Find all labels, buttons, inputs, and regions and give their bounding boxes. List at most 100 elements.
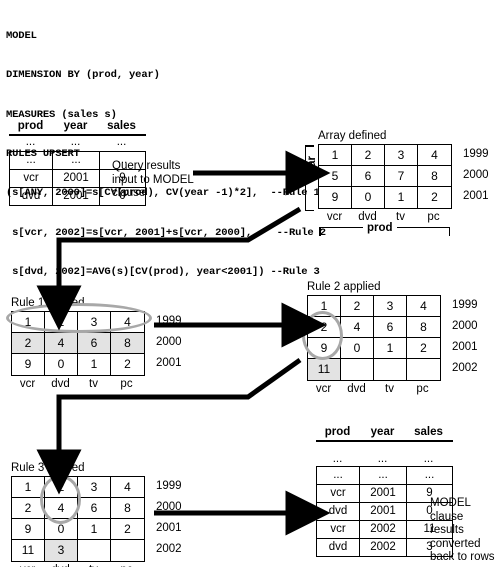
matrix-cell: 8 — [111, 498, 144, 519]
code-line: s[dvd, 2002]=AVG(s)[CV(prod), year<2001]… — [6, 265, 320, 278]
column-label-vcr: vcr — [19, 378, 36, 390]
matrix-cell: 2 — [308, 317, 341, 338]
matrix-cell: 5 — [319, 166, 352, 187]
matrix-cell: 0 — [45, 354, 78, 375]
matrix-cell: 2 — [352, 145, 385, 166]
matrix-array-defined: Array defined 1 2 3 4 5 6 7 8 9 0 1 2 vc… — [318, 130, 489, 224]
matrix-row: 1 2 3 4 — [12, 477, 144, 498]
matrix-row: 2 4 6 8 — [308, 317, 440, 338]
table-cell: dvd — [10, 188, 53, 205]
matrix-row: 9 0 1 2 — [308, 338, 440, 359]
code-line: DIMENSION BY (prod, year) — [6, 69, 160, 82]
matrix-cell: 4 — [45, 498, 78, 519]
matrix-column-labels: vcr dvd tv pc — [11, 563, 145, 567]
matrix-cell: 1 — [319, 145, 352, 166]
matrix-cell: 7 — [385, 166, 418, 187]
matrix-cell: 9 — [319, 187, 352, 208]
column-label-tv: tv — [89, 378, 98, 390]
matrix-row: 9 0 1 2 — [12, 354, 144, 375]
table-cell: ... — [53, 152, 100, 169]
matrix-cell: 2 — [12, 498, 45, 519]
matrix-cell: 1 — [385, 187, 418, 208]
column-label-vcr: vcr — [315, 383, 332, 395]
table-cell: 2001 — [53, 188, 100, 205]
matrix-cell: 11 — [12, 540, 45, 561]
matrix-row: 2 4 6 8 — [12, 498, 144, 519]
column-header-sales: sales — [107, 120, 136, 132]
matrix-cell: 2 — [45, 312, 78, 333]
matrix-row: 1 2 3 4 — [308, 296, 440, 317]
matrix-cell: 1 — [78, 354, 111, 375]
matrix-title: Array defined — [318, 130, 387, 142]
matrix-cell: 1 — [308, 296, 341, 317]
matrix-cell: 8 — [407, 317, 440, 338]
row-label-1999: 1999 — [463, 148, 489, 160]
table-cell: dvd — [317, 539, 360, 556]
table-cell: ... — [360, 467, 407, 484]
table-cell: ... — [70, 136, 81, 148]
matrix-cell: 2 — [418, 187, 451, 208]
column-label-pc: pc — [110, 563, 143, 567]
matrix-row-labels: 1999 2000 2001 — [150, 311, 182, 374]
matrix-cell: 3 — [374, 296, 407, 317]
matrix-cell: 11 — [308, 359, 341, 380]
matrix-cell: 0 — [341, 338, 374, 359]
row-label-2000: 2000 — [156, 336, 182, 348]
matrix-cell: 3 — [78, 477, 111, 498]
table-cell: ... — [25, 136, 36, 148]
table-row: ... ... ... — [9, 136, 146, 151]
prod-axis-label: prod — [363, 222, 397, 234]
column-label-pc: pc — [416, 383, 429, 395]
matrix-cell — [374, 359, 407, 380]
matrix-cell: 4 — [341, 317, 374, 338]
matrix-cell: 1 — [78, 519, 111, 540]
matrix-cell: 2 — [111, 519, 144, 540]
table-cell: ... — [10, 152, 53, 169]
table-cell: 2001 — [360, 503, 407, 520]
row-label-2001: 2001 — [156, 522, 182, 534]
matrix-row-labels: 1999 2000 2001 2002 — [446, 295, 478, 379]
matrix-row: 9 0 1 2 — [12, 519, 144, 540]
matrix-cell: 1 — [12, 477, 45, 498]
matrix-cell: 4 — [418, 145, 451, 166]
matrix-cell: 9 — [308, 338, 341, 359]
matrix-cell: 1 — [12, 312, 45, 333]
matrix-cell: 4 — [45, 333, 78, 354]
model-results-note: MODEL clause results converted back to r… — [430, 497, 495, 563]
matrix-rule-2-applied: Rule 2 applied 1 2 3 4 2 4 6 8 9 0 1 2 1… — [307, 281, 478, 396]
row-label-2002: 2002 — [156, 543, 182, 555]
matrix-cell: 8 — [111, 333, 144, 354]
table-header-row: prod year sales — [316, 426, 453, 442]
matrix-cell: 2 — [341, 296, 374, 317]
row-label-2001: 2001 — [463, 190, 489, 202]
table-cell: vcr — [317, 521, 360, 538]
matrix-cell: 8 — [418, 166, 451, 187]
column-label-tv: tv — [385, 383, 394, 395]
matrix-rule-3-applied: Rule 3 applied 1 2 3 4 2 4 6 8 9 0 1 2 1… — [11, 462, 182, 567]
matrix-cell — [407, 359, 440, 380]
column-label-vcr: vcr — [11, 563, 44, 567]
year-axis-label: year — [306, 156, 318, 180]
diagram-canvas: MODEL DIMENSION BY (prod, year) MEASURES… — [0, 0, 503, 567]
matrix-cell: 2 — [45, 477, 78, 498]
table-cell: ... — [423, 453, 434, 465]
code-line: MODEL — [6, 30, 37, 43]
matrix-grid: 1 2 3 4 2 4 6 8 9 0 1 2 — [11, 311, 145, 376]
matrix-row: 5 6 7 8 — [319, 166, 451, 187]
matrix-cell: 2 — [12, 333, 45, 354]
column-label-pc: pc — [120, 378, 133, 390]
table-cell: 2001 — [53, 170, 100, 187]
matrix-row: 11 — [308, 359, 440, 380]
matrix-cell: 4 — [111, 312, 144, 333]
matrix-title: Rule 1 applied — [11, 297, 85, 309]
table-cell: 2002 — [360, 521, 407, 538]
matrix-rule-1-applied: Rule 1 applied 1 2 3 4 2 4 6 8 9 0 1 2 v… — [11, 297, 182, 391]
matrix-row-labels: 1999 2000 2001 — [457, 144, 489, 207]
column-label-dvd: dvd — [51, 378, 70, 390]
table-row: ... ... ... — [316, 442, 453, 466]
table-cell: ... — [377, 453, 388, 465]
code-line: s[vcr, 2002]=s[vcr, 2001]+s[vcr, 2000], … — [6, 226, 326, 239]
matrix-row: 2 4 6 8 — [12, 333, 144, 354]
matrix-cell: 9 — [12, 354, 45, 375]
matrix-cell: 2 — [111, 354, 144, 375]
